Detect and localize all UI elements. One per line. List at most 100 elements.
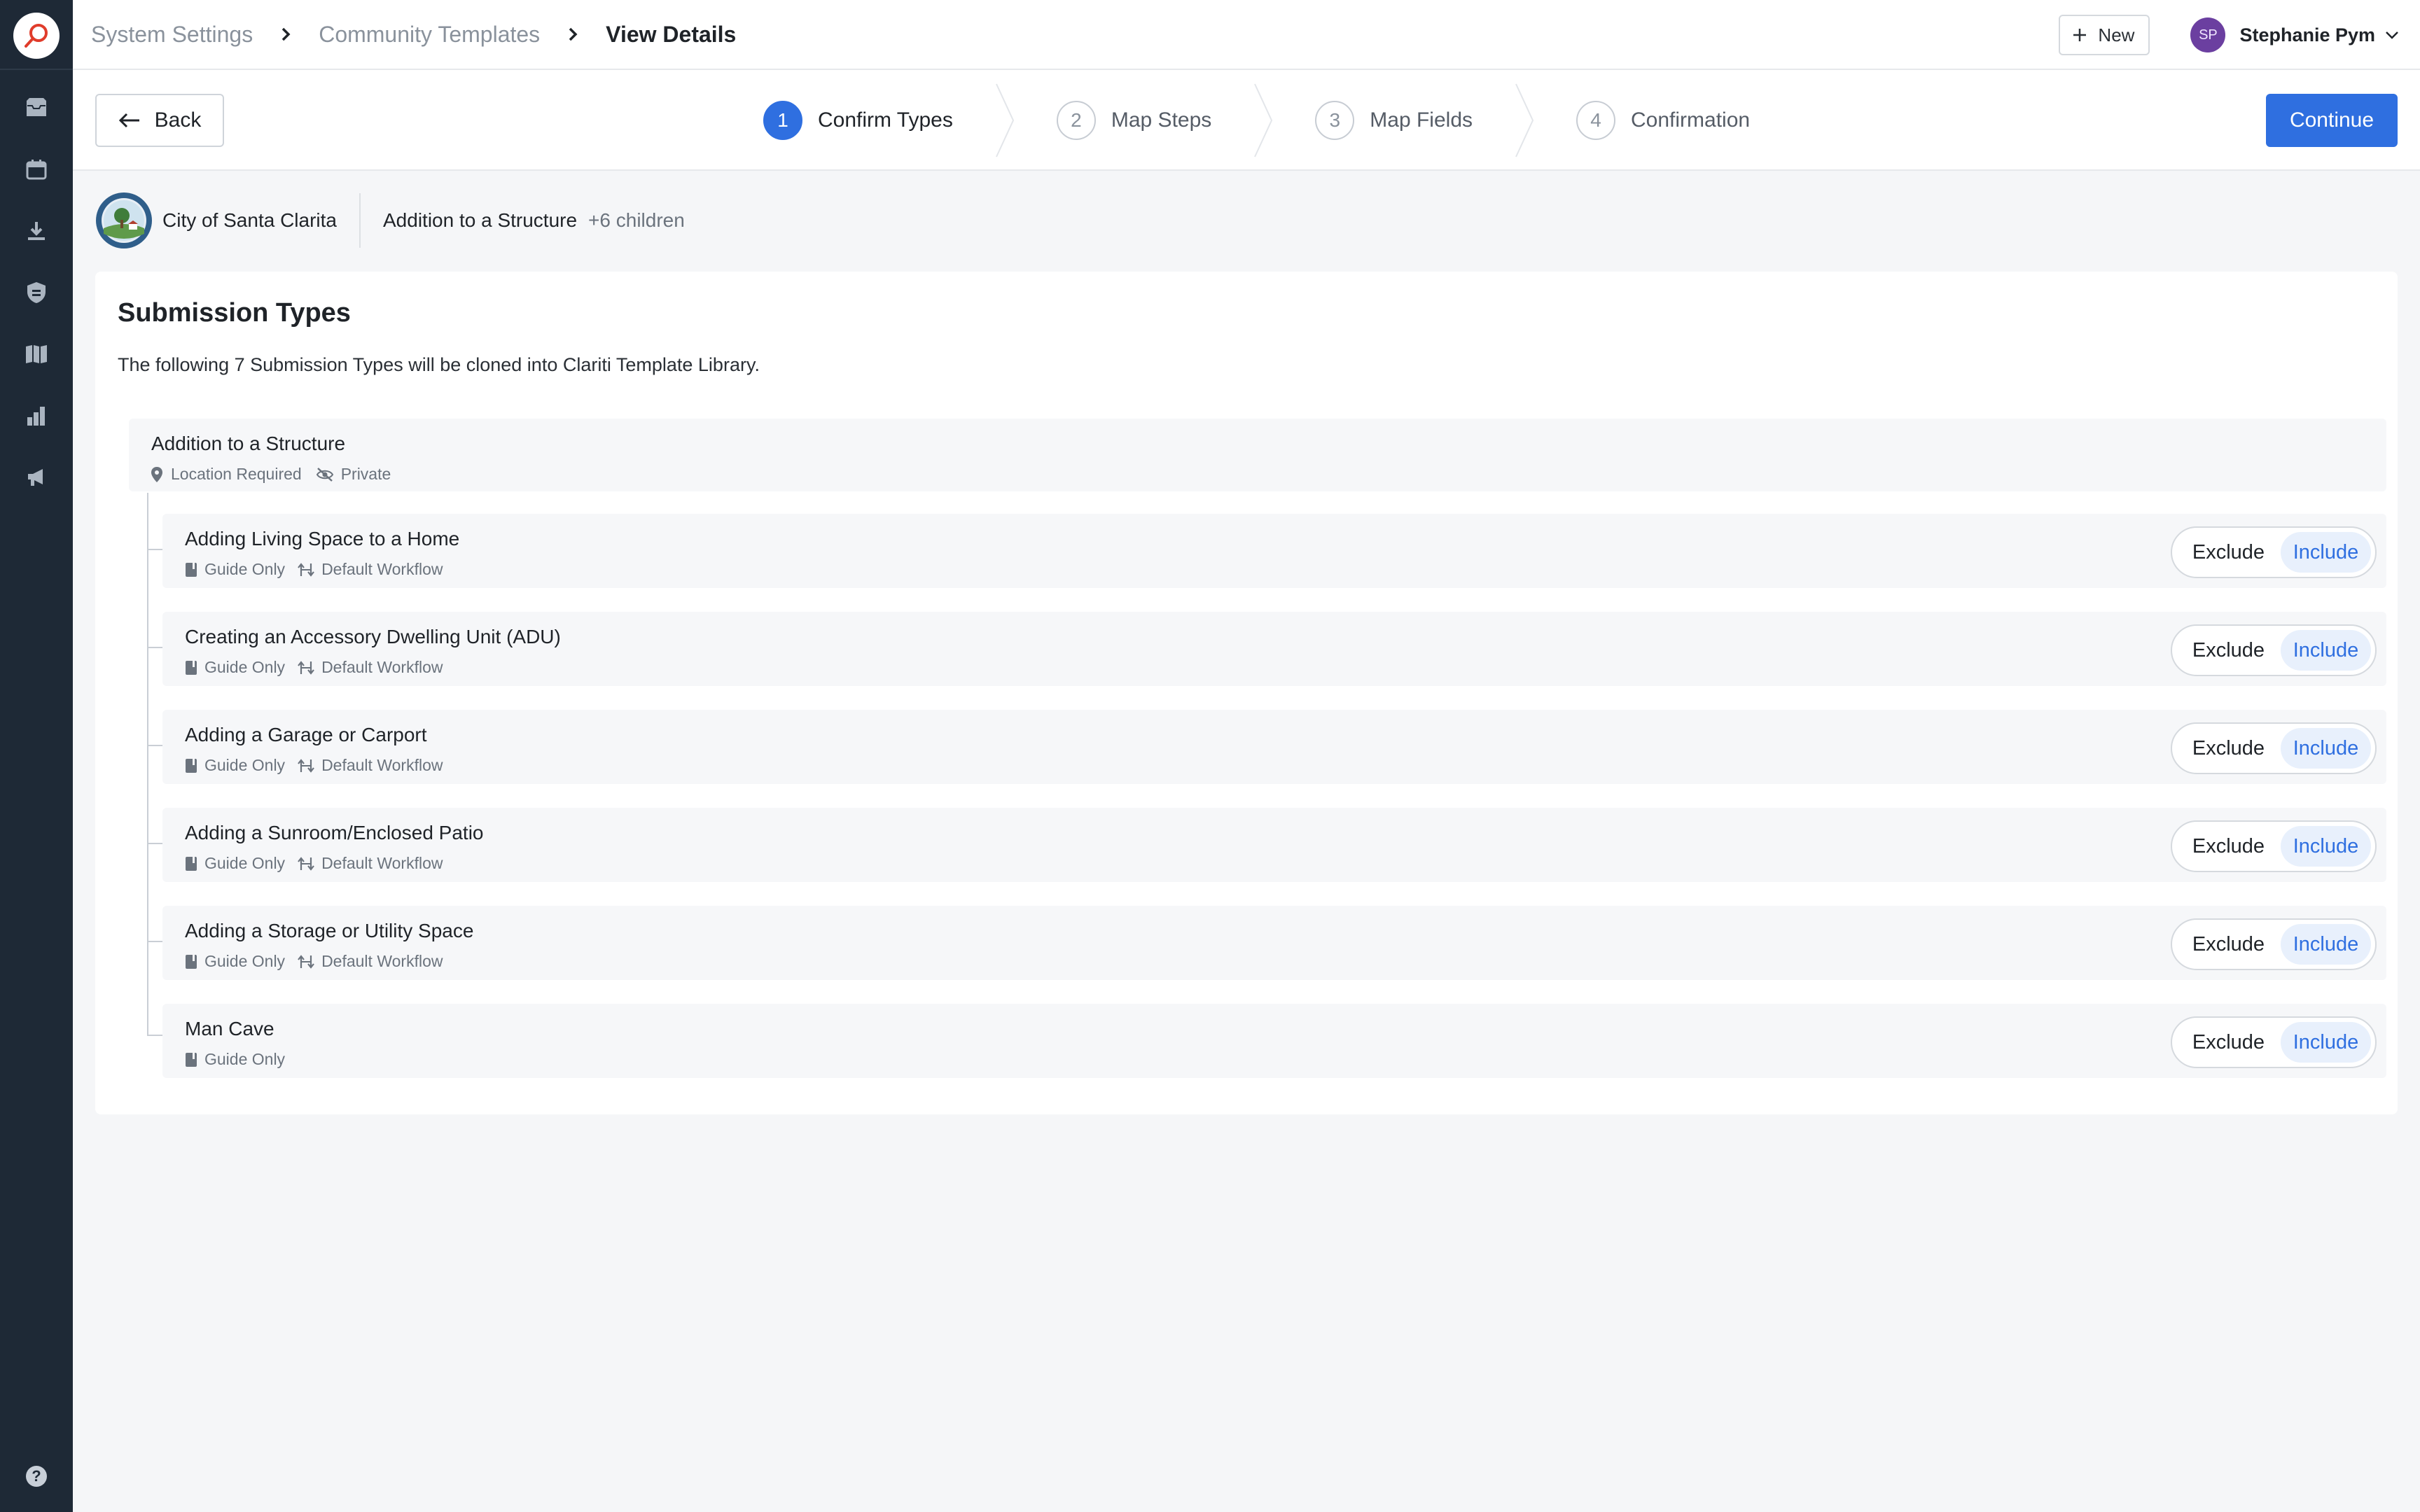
include-option[interactable]: Include [2280, 826, 2371, 867]
map-icon[interactable] [22, 340, 50, 368]
include-exclude-toggle: Exclude Include [2171, 526, 2377, 578]
step-map-fields[interactable]: 3 Map Fields [1315, 101, 1473, 140]
parent-type-meta: Location Required Private [150, 465, 391, 484]
tree-connector-tick [147, 549, 162, 550]
guide-only-label: Guide Only [204, 952, 286, 970]
user-name[interactable]: Stephanie Pym [2239, 24, 2375, 46]
step-confirm-types[interactable]: 1 Confirm Types [763, 101, 953, 140]
left-navigation-rail: ? [0, 0, 73, 1512]
book-icon [186, 562, 197, 577]
include-exclude-toggle: Exclude Include [2171, 918, 2377, 970]
workflow-label: Default Workflow [321, 756, 443, 774]
private-chip: Private [316, 465, 391, 484]
children-count: +6 children [588, 209, 685, 231]
chevron-down-icon[interactable] [2385, 31, 2399, 39]
exclude-option[interactable]: Exclude [2176, 737, 2281, 760]
template-context: City of Santa Clarita Addition to a Stru… [95, 192, 685, 249]
card-title: Submission Types [118, 298, 351, 328]
workflow-icon [298, 954, 314, 969]
include-option[interactable]: Include [2280, 532, 2371, 573]
step-label: Confirmation [1631, 108, 1751, 132]
child-submission-type: Adding a Storage or Utility Space Guide … [162, 906, 2386, 980]
step-confirmation[interactable]: 4 Confirmation [1576, 101, 1750, 140]
guide-only-chip: Guide Only [185, 756, 285, 775]
parent-type-title: Addition to a Structure [151, 433, 346, 454]
child-type-meta: Guide Only Default Workflow [185, 756, 443, 775]
include-exclude-toggle: Exclude Include [2171, 722, 2377, 774]
book-icon [186, 856, 197, 871]
exclude-option[interactable]: Exclude [2176, 1031, 2281, 1054]
calendar-icon[interactable] [22, 155, 50, 183]
child-type-title: Adding a Storage or Utility Space [185, 920, 474, 941]
bar-chart-icon[interactable] [22, 402, 50, 430]
child-type-title: Adding Living Space to a Home [185, 528, 460, 550]
workflow-chip: Default Workflow [298, 560, 443, 579]
step-label: Map Fields [1370, 108, 1473, 132]
guide-only-chip: Guide Only [185, 854, 285, 873]
shield-icon[interactable] [22, 279, 50, 307]
workflow-icon [298, 856, 314, 871]
book-icon [186, 758, 197, 773]
new-button[interactable]: New [2059, 15, 2150, 55]
breadcrumb-community-templates[interactable]: Community Templates [319, 22, 540, 48]
guide-only-chip: Guide Only [185, 1050, 285, 1069]
location-required-chip: Location Required [150, 465, 302, 484]
inbox-icon[interactable] [22, 94, 50, 122]
workflow-label: Default Workflow [321, 854, 443, 872]
wizard-step-bar: Back 1 Confirm Types 2 Map Steps 3 Map F… [73, 70, 2420, 171]
exclude-option[interactable]: Exclude [2176, 639, 2281, 662]
workflow-label: Default Workflow [321, 952, 443, 970]
context-divider [359, 193, 361, 248]
child-type-meta: Guide Only Default Workflow [185, 560, 443, 579]
child-type-meta: Guide Only Default Workflow [185, 658, 443, 677]
include-exclude-toggle: Exclude Include [2171, 820, 2377, 872]
tree-connector-tick [147, 647, 162, 648]
arrow-left-icon [118, 113, 139, 128]
chevron-right-icon [281, 27, 291, 42]
exclude-option[interactable]: Exclude [2176, 933, 2281, 956]
include-option[interactable]: Include [2280, 924, 2371, 965]
continue-button[interactable]: Continue [2266, 94, 2398, 147]
exclude-option[interactable]: Exclude [2176, 835, 2281, 858]
step-label: Map Steps [1111, 108, 1212, 132]
rail-nav [22, 94, 50, 491]
include-option[interactable]: Include [2280, 630, 2371, 671]
child-submission-type: Adding a Sunroom/Enclosed Patio Guide On… [162, 808, 2386, 882]
header-actions: New SP Stephanie Pym [2059, 0, 2399, 70]
workflow-chip: Default Workflow [298, 658, 443, 677]
chevron-right-icon [568, 27, 578, 42]
megaphone-icon[interactable] [22, 463, 50, 491]
step-number: 1 [763, 101, 802, 140]
step-separator-icon [1515, 70, 1536, 171]
location-required-label: Location Required [171, 465, 302, 483]
step-map-steps[interactable]: 2 Map Steps [1056, 101, 1212, 140]
step-number: 2 [1056, 101, 1096, 140]
logo-icon [25, 24, 48, 48]
exclude-option[interactable]: Exclude [2176, 541, 2281, 564]
guide-only-chip: Guide Only [185, 658, 285, 677]
include-option[interactable]: Include [2280, 1022, 2371, 1063]
book-icon [186, 954, 197, 969]
app-logo[interactable] [13, 13, 60, 59]
back-button[interactable]: Back [95, 94, 224, 147]
download-icon[interactable] [22, 217, 50, 245]
guide-only-chip: Guide Only [185, 560, 285, 579]
workflow-chip: Default Workflow [298, 952, 443, 971]
new-button-label: New [2098, 24, 2135, 46]
workflow-icon [298, 660, 314, 675]
submission-types-card: Submission Types The following 7 Submiss… [95, 272, 2398, 1114]
guide-only-label: Guide Only [204, 854, 286, 872]
private-label: Private [340, 465, 391, 483]
breadcrumb-system-settings[interactable]: System Settings [91, 22, 253, 48]
organization-name: City of Santa Clarita [162, 209, 337, 231]
child-type-title: Adding a Sunroom/Enclosed Patio [185, 822, 484, 844]
child-type-title: Man Cave [185, 1018, 274, 1040]
child-submission-type: Creating an Accessory Dwelling Unit (ADU… [162, 612, 2386, 686]
child-type-meta: Guide Only Default Workflow [185, 854, 443, 873]
include-exclude-toggle: Exclude Include [2171, 1016, 2377, 1068]
help-icon[interactable]: ? [26, 1466, 47, 1487]
step-number: 4 [1576, 101, 1615, 140]
avatar[interactable]: SP [2190, 18, 2226, 52]
include-option[interactable]: Include [2280, 728, 2371, 769]
template-title: Addition to a Structure [383, 209, 578, 231]
